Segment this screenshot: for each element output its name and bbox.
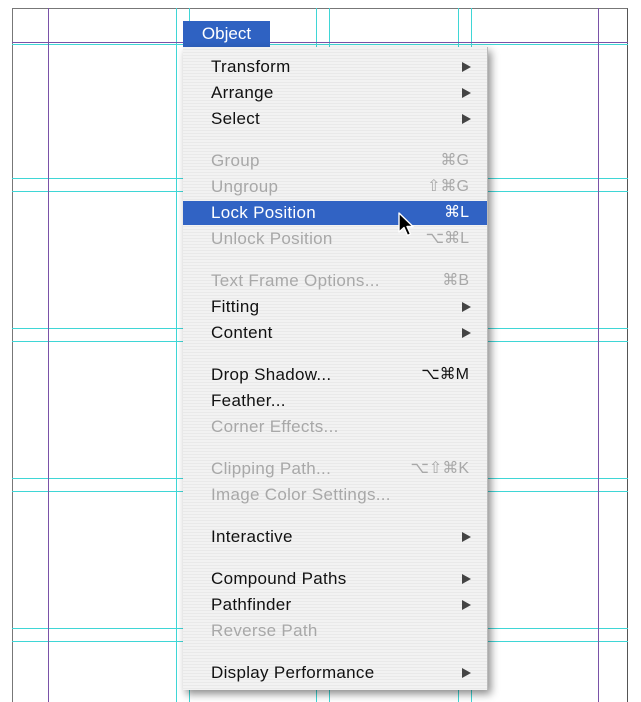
menu-item-image-color-settings[interactable]: Image Color Settings...	[183, 483, 487, 507]
menu-item-reverse-path[interactable]: Reverse Path	[183, 619, 487, 643]
menu-item-label: Group	[211, 151, 260, 170]
menu-item-shortcut: ⌘B	[442, 272, 469, 289]
menu-item-select[interactable]: Select	[183, 107, 487, 131]
menu-item-arrange[interactable]: Arrange	[183, 81, 487, 105]
ruler-guide-vertical[interactable]	[176, 8, 177, 702]
margin-guide-top	[12, 42, 628, 43]
menu-item-drop-shadow[interactable]: Drop Shadow... ⌥⌘M	[183, 363, 487, 387]
submenu-arrow-icon	[462, 114, 471, 124]
submenu-arrow-icon	[462, 532, 471, 542]
menu-item-label: Transform	[211, 57, 291, 76]
submenu-arrow-icon	[462, 88, 471, 98]
object-menu-dropdown: Transform Arrange Select Group ⌘G Ungrou…	[183, 47, 488, 690]
menu-item-label: Feather...	[211, 391, 286, 410]
menu-item-label: Fitting	[211, 297, 260, 316]
margin-guide-right	[598, 8, 599, 702]
submenu-arrow-icon	[462, 328, 471, 338]
menu-item-label: Reverse Path	[211, 621, 318, 640]
menu-item-transform[interactable]: Transform	[183, 55, 487, 79]
object-menu-title[interactable]: Object	[183, 21, 270, 47]
submenu-arrow-icon	[462, 574, 471, 584]
menu-item-label: Unlock Position	[211, 229, 333, 248]
menu-item-label: Ungroup	[211, 177, 279, 196]
menu-item-shortcut: ⌥⌘M	[421, 366, 469, 383]
menu-item-shortcut: ⌥⌘L	[425, 230, 469, 247]
menu-item-pathfinder[interactable]: Pathfinder	[183, 593, 487, 617]
menu-item-group[interactable]: Group ⌘G	[183, 149, 487, 173]
menu-item-label: Text Frame Options...	[211, 271, 380, 290]
menu-item-label: Interactive	[211, 527, 293, 546]
menu-item-content[interactable]: Content	[183, 321, 487, 345]
menu-item-label: Lock Position	[211, 203, 317, 222]
submenu-arrow-icon	[462, 62, 471, 72]
menu-item-text-frame-options[interactable]: Text Frame Options... ⌘B	[183, 269, 487, 293]
menu-item-shortcut: ⇧⌘G	[427, 178, 469, 195]
menu-item-label: Compound Paths	[211, 569, 347, 588]
mouse-pointer-icon	[398, 212, 414, 237]
menu-item-display-performance[interactable]: Display Performance	[183, 661, 487, 685]
submenu-arrow-icon	[462, 302, 471, 312]
menu-item-label: Content	[211, 323, 273, 342]
menu-item-interactive[interactable]: Interactive	[183, 525, 487, 549]
menu-item-feather[interactable]: Feather...	[183, 389, 487, 413]
menu-item-label: Display Performance	[211, 663, 375, 682]
menu-item-label: Drop Shadow...	[211, 365, 332, 384]
menu-item-ungroup[interactable]: Ungroup ⇧⌘G	[183, 175, 487, 199]
menu-item-shortcut: ⌥⇧⌘K	[410, 460, 469, 477]
menu-item-label: Select	[211, 109, 261, 128]
menu-item-fitting[interactable]: Fitting	[183, 295, 487, 319]
menu-item-corner-effects[interactable]: Corner Effects...	[183, 415, 487, 439]
menu-item-label: Corner Effects...	[211, 417, 339, 436]
margin-guide-left	[48, 8, 49, 702]
submenu-arrow-icon	[462, 668, 471, 678]
menu-item-label: Pathfinder	[211, 595, 292, 614]
menu-item-lock-position[interactable]: Lock Position ⌘L	[183, 201, 487, 225]
menu-item-clipping-path[interactable]: Clipping Path... ⌥⇧⌘K	[183, 457, 487, 481]
ruler-guide-horizontal[interactable]	[12, 44, 628, 45]
menu-item-shortcut: ⌘L	[444, 204, 469, 221]
submenu-arrow-icon	[462, 600, 471, 610]
menu-item-label: Image Color Settings...	[211, 485, 391, 504]
menu-item-compound-paths[interactable]: Compound Paths	[183, 567, 487, 591]
menu-item-unlock-position[interactable]: Unlock Position ⌥⌘L	[183, 227, 487, 251]
menu-item-label: Arrange	[211, 83, 274, 102]
menu-item-shortcut: ⌘G	[440, 152, 469, 169]
menu-item-label: Clipping Path...	[211, 459, 332, 478]
